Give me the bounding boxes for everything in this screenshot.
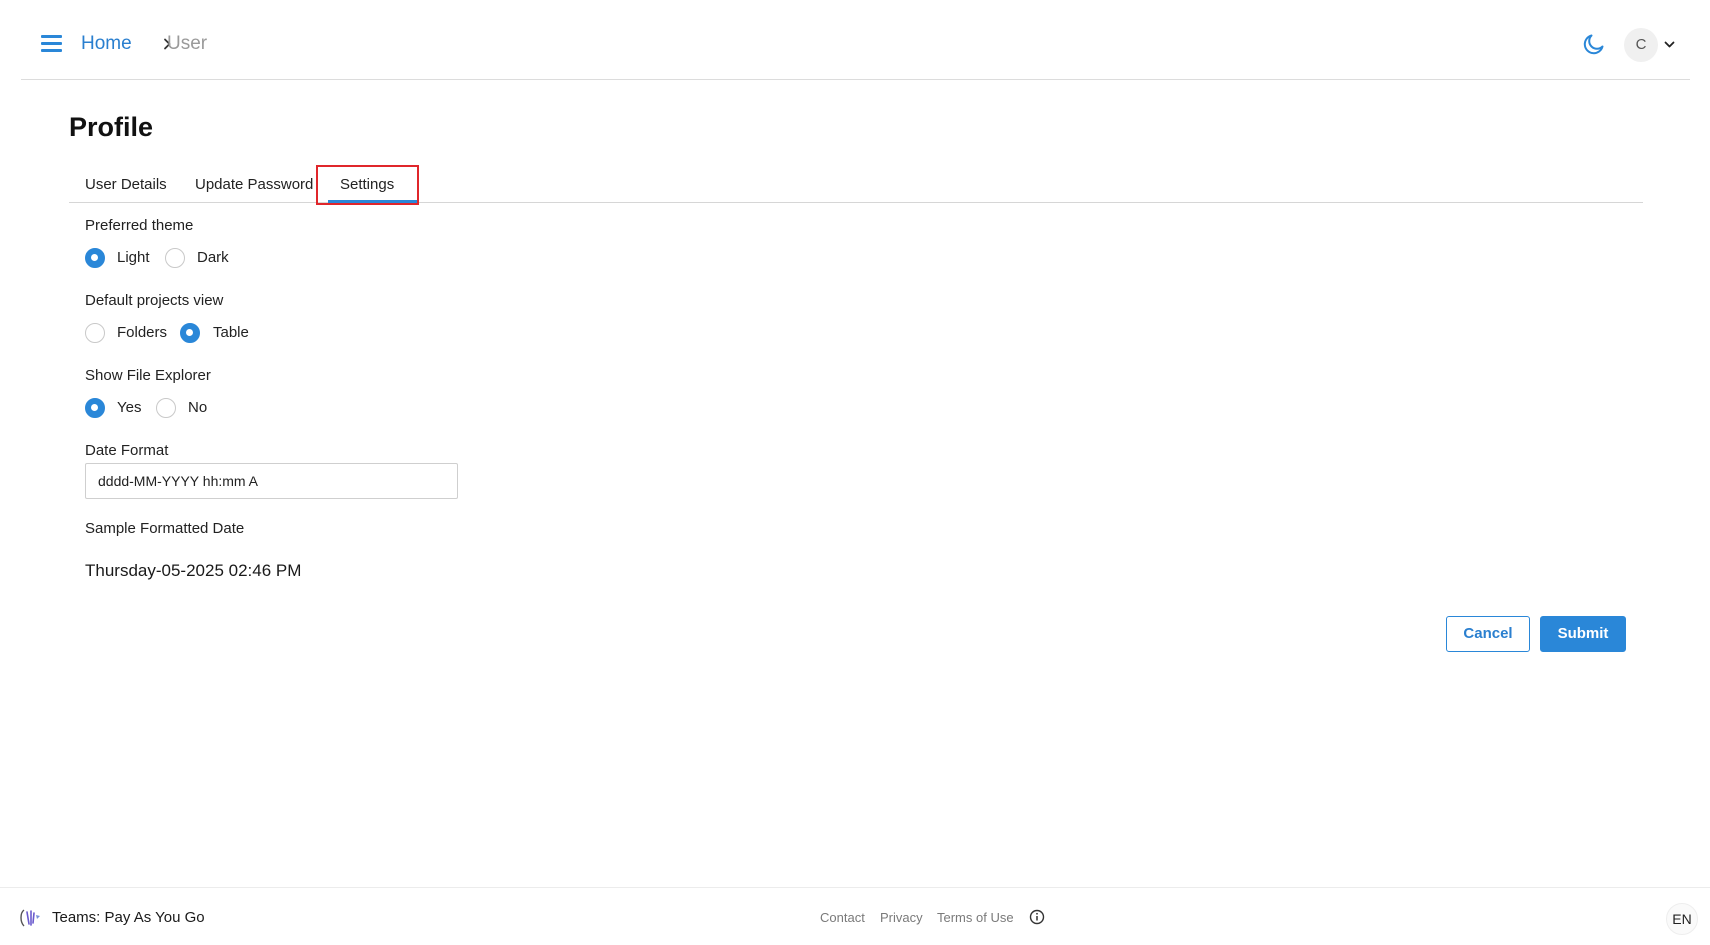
view-table-radio[interactable] (180, 323, 200, 343)
theme-light-radio[interactable] (85, 248, 105, 268)
language-selector[interactable]: EN (1666, 903, 1698, 935)
info-icon[interactable] (1029, 909, 1045, 925)
active-tab-indicator (328, 200, 417, 203)
breadcrumb-home[interactable]: Home (81, 33, 132, 55)
theme-light-label[interactable]: Light (117, 249, 150, 266)
explorer-no-label[interactable]: No (188, 399, 207, 416)
avatar[interactable]: C (1624, 28, 1658, 62)
explorer-yes-label[interactable]: Yes (117, 399, 141, 416)
plan-label: Teams: Pay As You Go (52, 909, 205, 926)
tab-settings[interactable]: Settings (340, 176, 394, 193)
footer-terms-link[interactable]: Terms of Use (937, 910, 1014, 925)
profile-page: Home User C Profile User Details Update … (0, 0, 1710, 945)
date-format-label: Date Format (85, 442, 169, 459)
view-folders-radio[interactable] (85, 323, 105, 343)
sample-date-value: Thursday-05-2025 02:46 PM (85, 561, 302, 580)
view-table-label[interactable]: Table (213, 324, 249, 341)
chevron-down-icon[interactable] (1664, 40, 1675, 49)
tab-update-password[interactable]: Update Password (195, 176, 313, 193)
top-bar: Home User C (21, 0, 1690, 80)
dark-mode-moon-icon[interactable] (1582, 32, 1606, 56)
explorer-no-radio[interactable] (156, 398, 176, 418)
preferred-theme-label: Preferred theme (85, 217, 194, 234)
footer-contact-link[interactable]: Contact (820, 910, 865, 925)
footer-privacy-link[interactable]: Privacy (880, 910, 923, 925)
submit-button[interactable]: Submit (1540, 616, 1626, 652)
tab-user-details[interactable]: User Details (85, 176, 167, 193)
projects-view-label: Default projects view (85, 292, 224, 309)
footer: Teams: Pay As You Go Contact Privacy Ter… (0, 887, 1710, 945)
file-explorer-label: Show File Explorer (85, 367, 211, 384)
page-title: Profile (69, 112, 154, 142)
explorer-yes-radio[interactable] (85, 398, 105, 418)
profile-tabs: User Details Update Password Settings (69, 163, 1643, 203)
app-logo-icon (20, 909, 40, 927)
date-format-input[interactable] (85, 463, 458, 499)
menu-icon[interactable] (41, 34, 62, 52)
breadcrumb-current: User (167, 33, 208, 54)
cancel-button[interactable]: Cancel (1446, 616, 1530, 652)
theme-dark-radio[interactable] (165, 248, 185, 268)
view-folders-label[interactable]: Folders (117, 324, 167, 341)
user-menu[interactable]: C (1624, 27, 1684, 63)
theme-dark-label[interactable]: Dark (197, 249, 229, 266)
sample-date-label: Sample Formatted Date (85, 520, 245, 537)
